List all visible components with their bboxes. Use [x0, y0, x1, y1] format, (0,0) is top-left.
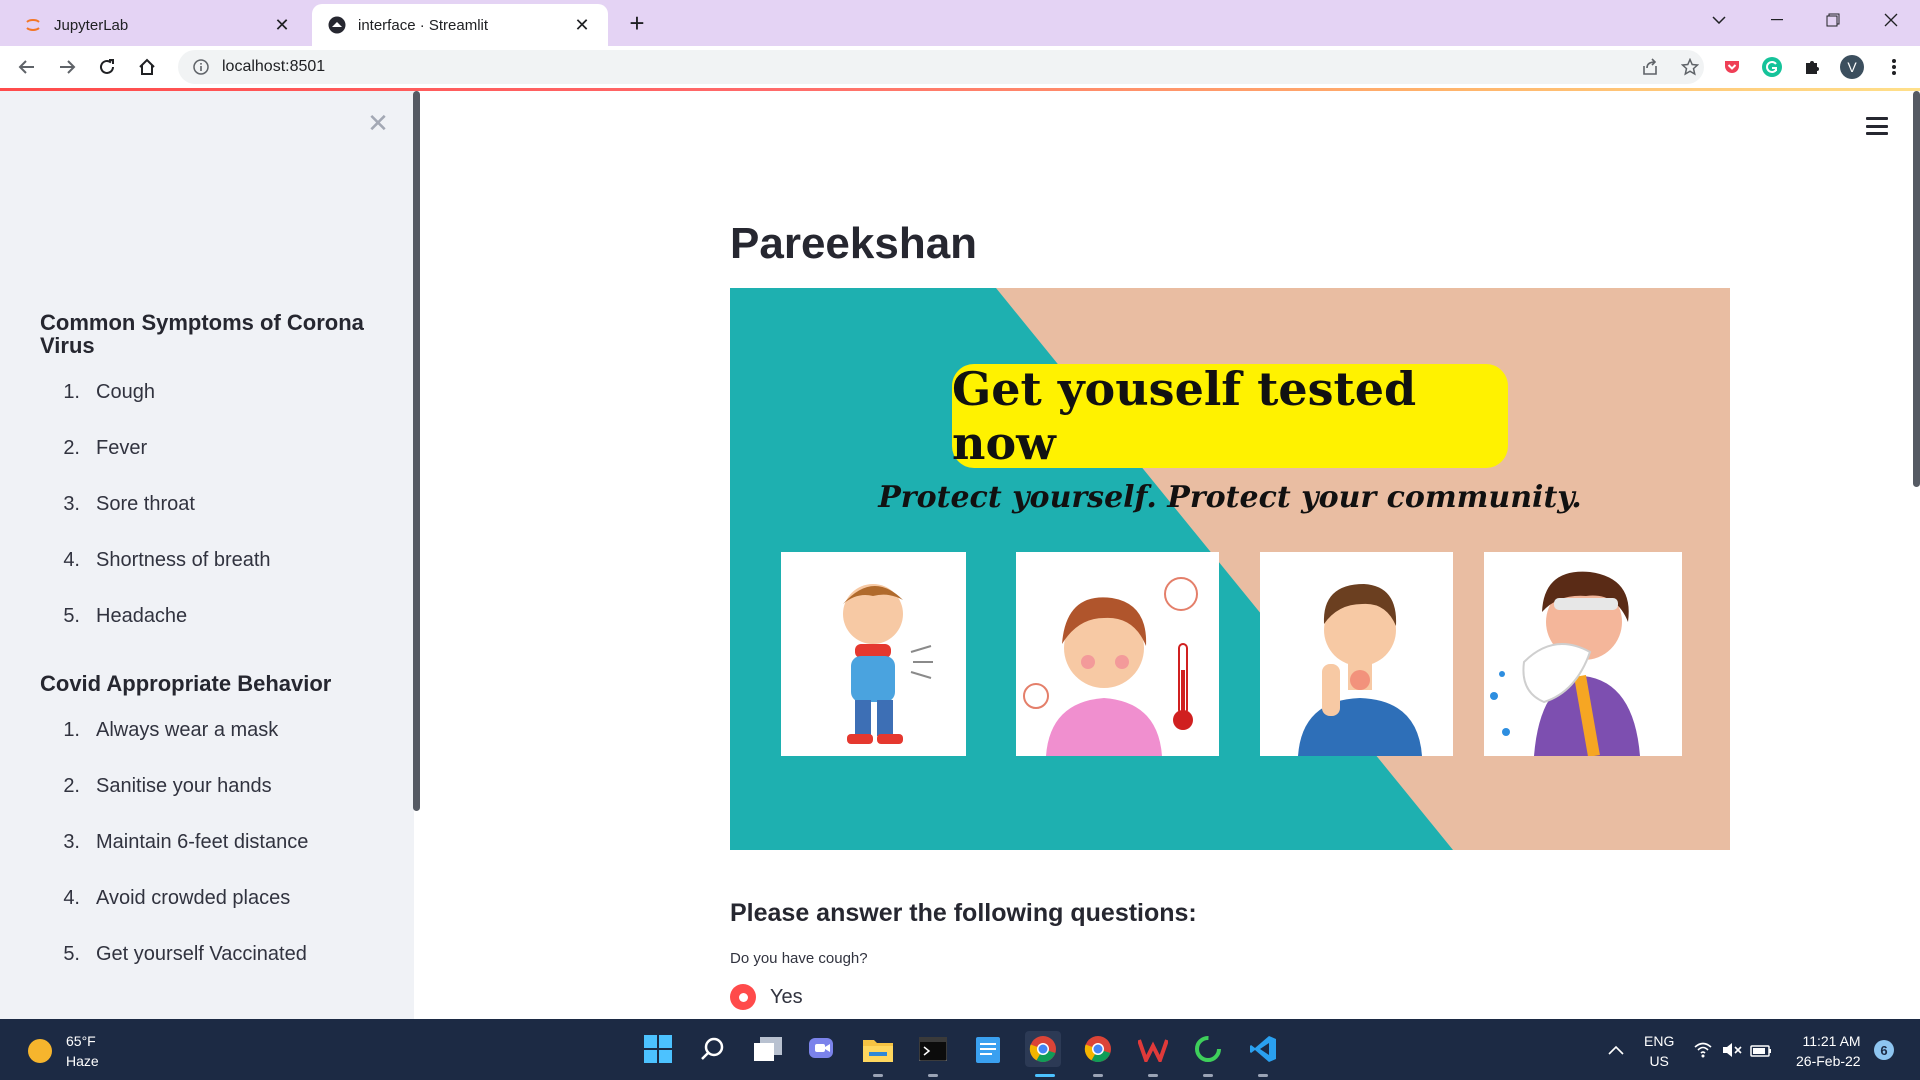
list-item: 4. Avoid crowded places: [63, 887, 291, 909]
wps-office-icon[interactable]: [1135, 1031, 1171, 1067]
banner-image: Get youself tested now Protect yourself.…: [730, 288, 1730, 850]
weather-temp: 65°F: [66, 1033, 96, 1049]
running-indicator: [1203, 1074, 1213, 1077]
list-item: 3. Maintain 6-feet distance: [63, 831, 309, 853]
file-explorer-icon[interactable]: [860, 1031, 896, 1067]
tab-search-chevron-icon[interactable]: [1694, 0, 1744, 40]
tab-title: interface · Streamlit: [358, 16, 489, 34]
behavior-list: 1. Always wear a mask 2. Sanitise your han…: [40, 719, 308, 999]
banner-headline: Get youself tested now: [952, 362, 1508, 470]
tab-strip: JupyterLab ✕ interface · Streamlit ✕ +: [0, 0, 1920, 46]
chrome-profile-icon[interactable]: [1080, 1031, 1116, 1067]
cough-illustration: [781, 552, 966, 756]
home-icon[interactable]: [132, 52, 162, 82]
running-indicator: [928, 1074, 938, 1077]
running-indicator: [1093, 1074, 1103, 1077]
system-tray[interactable]: [1688, 1032, 1778, 1068]
loading-app-icon[interactable]: [1190, 1031, 1226, 1067]
list-item: 5. Headache: [63, 605, 188, 627]
tab-close-icon[interactable]: ✕: [572, 15, 592, 35]
site-info-icon[interactable]: [192, 58, 210, 76]
radio-option-yes[interactable]: Yes: [730, 984, 803, 1010]
start-windows-icon[interactable]: [640, 1031, 676, 1067]
question-label: Do you have cough?: [730, 950, 868, 967]
tray-chevron-up-icon[interactable]: [1598, 1032, 1634, 1068]
main-scrollbar[interactable]: [1913, 91, 1920, 487]
teams-chat-icon[interactable]: [805, 1031, 841, 1067]
running-indicator: [1258, 1074, 1268, 1077]
url-text: localhost:8501: [222, 58, 326, 75]
streamlit-icon: [328, 16, 346, 34]
close-window-icon[interactable]: [1866, 0, 1916, 40]
banner-tagline: Protect yourself. Protect your community…: [878, 480, 1582, 515]
grammarly-icon[interactable]: [1760, 55, 1784, 79]
terminal-icon[interactable]: [915, 1031, 951, 1067]
profile-avatar[interactable]: V: [1840, 55, 1864, 79]
tab-streamlit[interactable]: interface · Streamlit ✕: [312, 4, 608, 46]
minimize-icon[interactable]: [1752, 0, 1802, 40]
fever-illustration: [1016, 552, 1219, 756]
vscode-icon[interactable]: [1245, 1031, 1281, 1067]
address-bar[interactable]: localhost:8501: [178, 50, 1704, 84]
list-item: 4. Shortness of breath: [63, 549, 271, 571]
sore-throat-illustration: [1260, 552, 1453, 756]
weather-widget[interactable]: 65°F Haze: [28, 1031, 99, 1071]
clock-date: 26-Feb-22: [1796, 1053, 1861, 1069]
reload-icon[interactable]: [92, 52, 122, 82]
profile-initial: V: [1847, 59, 1857, 75]
behavior-heading: Covid Appropriate Behavior: [40, 671, 332, 696]
tab-jupyterlab[interactable]: JupyterLab ✕: [8, 4, 308, 46]
radio-label: Yes: [770, 985, 803, 1008]
weather-sun-icon: [28, 1039, 52, 1063]
page-title: Pareekshan: [730, 219, 978, 268]
weather-desc: Haze: [66, 1053, 99, 1069]
language-indicator[interactable]: ENG US: [1644, 1031, 1674, 1071]
list-item: 1. Cough: [63, 381, 155, 403]
forward-icon[interactable]: [52, 52, 82, 82]
clock[interactable]: 11:21 AM 26-Feb-22: [1796, 1031, 1861, 1071]
main-content: Pareekshan Get youself tested now Protec…: [420, 91, 1920, 1019]
new-tab-icon[interactable]: +: [622, 8, 652, 38]
sneezing-illustration: [1484, 552, 1682, 758]
list-item: 3. Sore throat: [63, 493, 195, 515]
notepad-icon[interactable]: [970, 1031, 1006, 1067]
running-indicator: [1148, 1074, 1158, 1077]
hamburger-menu-icon[interactable]: [1866, 117, 1888, 135]
pocket-extension-icon[interactable]: [1720, 55, 1744, 79]
browser-toolbar: localhost:8501 V: [0, 46, 1920, 88]
search-icon[interactable]: [695, 1031, 731, 1067]
active-indicator: [1035, 1074, 1055, 1077]
radio-selected-icon[interactable]: [730, 984, 756, 1010]
list-item: 5. Get yourself Vaccinated: [63, 943, 307, 965]
running-indicator: [873, 1074, 883, 1077]
jupyter-icon: [24, 16, 42, 34]
back-icon[interactable]: [12, 52, 42, 82]
share-icon[interactable]: [1638, 55, 1662, 79]
list-item: 1. Always wear a mask: [63, 719, 279, 741]
clock-time: 11:21 AM: [1802, 1033, 1861, 1049]
chrome-icon[interactable]: [1025, 1031, 1061, 1067]
tab-close-icon[interactable]: ✕: [272, 15, 292, 35]
tab-title: JupyterLab: [54, 16, 129, 34]
list-item: 2. Fever: [63, 437, 148, 459]
list-item: 2. Sanitise your hands: [63, 775, 272, 797]
restore-icon[interactable]: [1808, 0, 1858, 40]
symptoms-heading: Common Symptoms of Corona Virus: [40, 310, 364, 358]
windows-taskbar: 65°F Haze ENG US 11:21 AM 26-Feb-22 6: [0, 1019, 1920, 1080]
symptoms-list: 1. Cough 2. Fever 3. Sore throat 4. Shortnes…: [40, 381, 271, 661]
sidebar: ✕ Common Symptoms of Corona Virus 1. Coug…: [0, 91, 420, 1019]
sidebar-close-icon[interactable]: ✕: [366, 108, 390, 138]
notification-badge[interactable]: 6: [1874, 1040, 1894, 1060]
bookmark-star-icon[interactable]: [1678, 55, 1702, 79]
questions-heading: Please answer the following questions:: [730, 899, 1197, 927]
sidebar-scrollbar[interactable]: [413, 91, 420, 811]
browser-menu-icon[interactable]: [1882, 55, 1906, 79]
task-view-icon[interactable]: [750, 1031, 786, 1067]
extensions-puzzle-icon[interactable]: [1800, 55, 1824, 79]
